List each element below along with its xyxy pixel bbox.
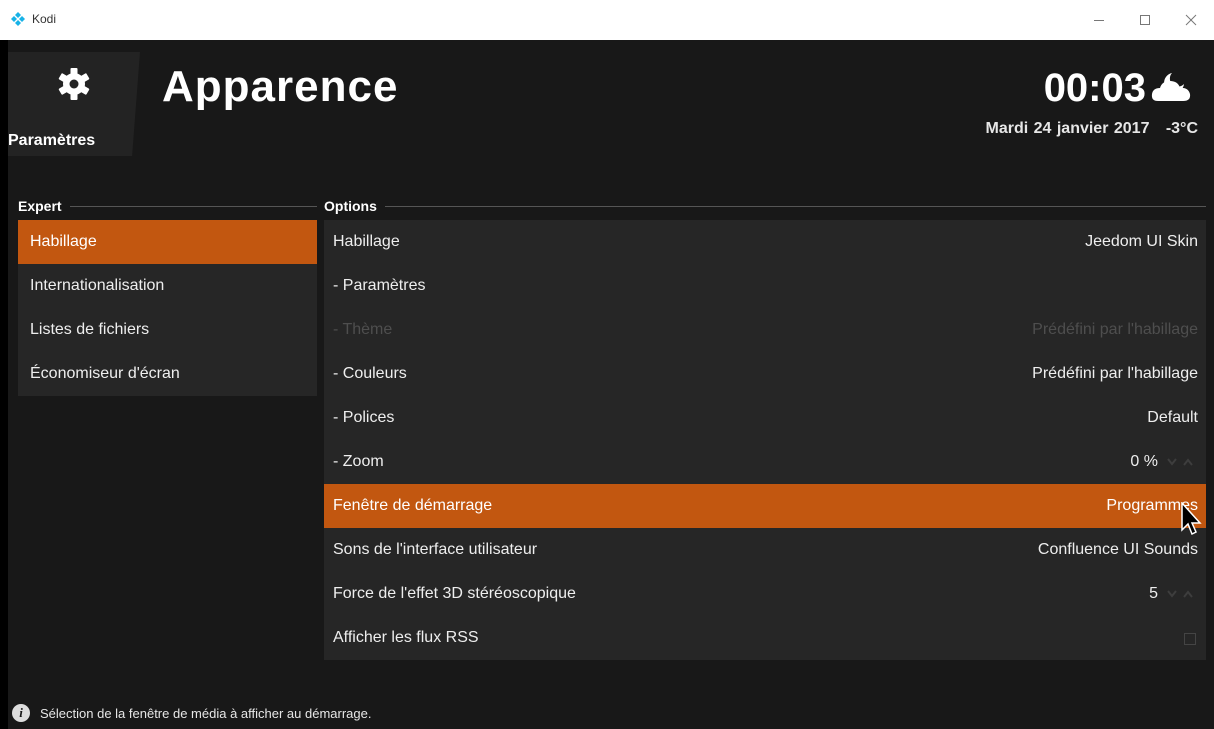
option-value: Confluence UI Sounds xyxy=(1037,541,1198,558)
close-button[interactable] xyxy=(1168,0,1214,40)
option-label: - Zoom xyxy=(333,453,384,470)
cloud-moon-icon xyxy=(1151,73,1191,101)
option-zoom[interactable]: - Zoom 0 % xyxy=(324,440,1206,484)
maximize-icon xyxy=(1140,15,1150,25)
category-item-habillage[interactable]: Habillage xyxy=(18,220,317,264)
footer-hint: i Sélection de la fenêtre de média à aff… xyxy=(12,704,371,722)
divider xyxy=(69,205,317,207)
option-label: Sons de l'interface utilisateur xyxy=(333,541,538,558)
option-label: Habillage xyxy=(333,233,400,250)
date-weather: Mardi 24 janvier 2017 -3°C xyxy=(985,120,1198,138)
spinner-icon[interactable] xyxy=(1166,457,1196,467)
option-startup-window[interactable]: Fenêtre de démarrage Programmes xyxy=(324,484,1206,528)
window-title: Kodi xyxy=(32,12,57,26)
option-label: - Polices xyxy=(333,409,395,426)
date-text: Mardi 24 janvier 2017 xyxy=(985,120,1150,137)
option-label: Fenêtre de démarrage xyxy=(333,497,493,514)
category-item-internationalisation[interactable]: Internationalisation xyxy=(18,264,317,308)
option-value: 5 xyxy=(1149,585,1158,602)
option-value: Jeedom UI Skin xyxy=(1085,233,1198,250)
category-list: Habillage Internationalisation Listes de… xyxy=(18,220,317,396)
minimize-icon xyxy=(1094,20,1104,21)
option-label: - Thème xyxy=(333,321,393,338)
checkbox[interactable] xyxy=(1184,633,1196,645)
option-colors[interactable]: - Couleurs Prédéfini par l'habillage xyxy=(324,352,1206,396)
close-icon xyxy=(1185,14,1197,26)
category-item-screensaver[interactable]: Économiseur d'écran xyxy=(18,352,317,396)
minimize-button[interactable] xyxy=(1076,0,1122,40)
option-theme: - Thème Prédéfini par l'habillage xyxy=(324,308,1206,352)
gear-icon xyxy=(58,68,90,100)
window-titlebar: Kodi xyxy=(0,0,1214,40)
section-label: Paramètres xyxy=(8,132,96,149)
clock: 00:03 xyxy=(1043,66,1146,110)
option-ui-sounds[interactable]: Sons de l'interface utilisateur Confluen… xyxy=(324,528,1206,572)
option-skin[interactable]: Habillage Jeedom UI Skin xyxy=(324,220,1206,264)
option-skin-settings[interactable]: - Paramètres xyxy=(324,264,1206,308)
option-label: Afficher les flux RSS xyxy=(333,629,479,646)
kodi-app: Paramètres Apparence 00:03 Mardi 24 janv… xyxy=(8,40,1214,729)
option-value: Default xyxy=(1147,409,1198,426)
category-item-file-lists[interactable]: Listes de fichiers xyxy=(18,308,317,352)
temperature-text: -3°C xyxy=(1165,120,1198,137)
option-stereo-strength[interactable]: Force de l'effet 3D stéréoscopique 5 xyxy=(324,572,1206,616)
mouse-cursor-icon xyxy=(1181,502,1202,536)
options-list: Habillage Jeedom UI Skin - Paramètres - … xyxy=(324,220,1206,660)
hint-text: Sélection de la fenêtre de média à affic… xyxy=(40,705,372,721)
sidebar-heading: Expert xyxy=(18,198,317,214)
maximize-button[interactable] xyxy=(1122,0,1168,40)
option-label: Force de l'effet 3D stéréoscopique xyxy=(333,585,576,602)
settings-home-tile[interactable]: Paramètres xyxy=(8,52,140,156)
option-label: - Paramètres xyxy=(333,277,426,294)
option-value: Prédéfini par l'habillage xyxy=(1032,321,1198,338)
option-value: Prédéfini par l'habillage xyxy=(1032,365,1198,382)
option-fonts[interactable]: - Polices Default xyxy=(324,396,1206,440)
sidebar-heading-text: Expert xyxy=(18,198,62,214)
option-label: - Couleurs xyxy=(333,365,407,382)
spinner-icon[interactable] xyxy=(1166,589,1196,599)
divider xyxy=(384,205,1206,207)
options-heading-text: Options xyxy=(324,198,377,214)
info-icon: i xyxy=(12,704,30,722)
option-rss-feeds[interactable]: Afficher les flux RSS xyxy=(324,616,1206,660)
kodi-logo-icon xyxy=(11,12,25,26)
page-title: Apparence xyxy=(162,62,399,111)
options-heading: Options xyxy=(324,198,1206,214)
option-value: 0 % xyxy=(1130,453,1158,470)
